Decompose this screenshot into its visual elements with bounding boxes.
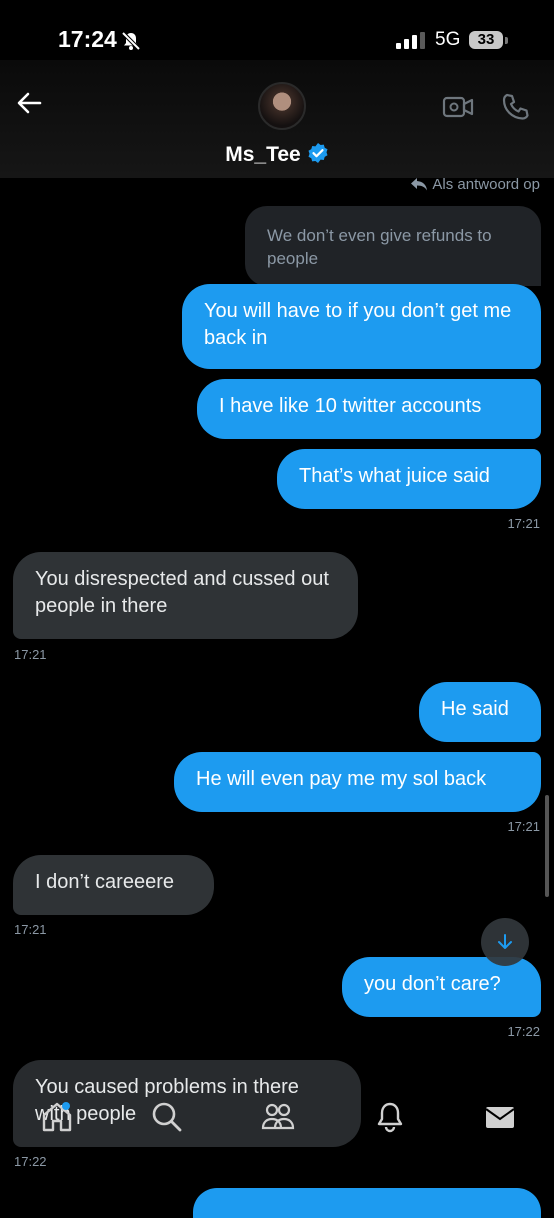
video-call-icon[interactable] bbox=[442, 94, 474, 125]
message-text: I don’t careeere bbox=[35, 871, 174, 893]
cellular-signal-icon bbox=[396, 32, 426, 55]
message-bubble-outgoing[interactable]: I have like 10 twitter accounts bbox=[197, 379, 541, 439]
reply-context-label: Als antwoord op bbox=[432, 176, 540, 193]
message-text: You disrespected and cussed out people i… bbox=[35, 568, 329, 617]
message-bubble-incoming[interactable]: You disrespected and cussed out people i… bbox=[13, 552, 358, 639]
battery-tip bbox=[505, 37, 508, 44]
message-timestamp: 17:21 bbox=[507, 516, 540, 531]
message-text: You will have to if you don’t get me bac… bbox=[204, 300, 512, 349]
message-timestamp: 17:21 bbox=[14, 647, 47, 662]
message-timestamp: 17:22 bbox=[14, 1154, 47, 1169]
message-text: He will even pay me my sol back bbox=[196, 768, 487, 790]
message-timestamp: 17:21 bbox=[14, 922, 47, 937]
bottom-tab-bar bbox=[0, 1082, 554, 1152]
message-text: you don’t care? bbox=[364, 973, 501, 995]
message-text: I have like 10 twitter accounts bbox=[219, 395, 482, 417]
communities-icon[interactable] bbox=[260, 1100, 296, 1139]
message-bubble-outgoing[interactable]: He will even pay me my sol back bbox=[174, 752, 541, 812]
message-timestamp: 17:21 bbox=[507, 819, 540, 834]
phone-call-icon[interactable] bbox=[500, 92, 530, 127]
search-icon[interactable] bbox=[150, 1100, 184, 1139]
contact-name-row[interactable]: Ms_Tee bbox=[0, 142, 554, 170]
message-text: That’s what juice said bbox=[299, 465, 490, 487]
messages-icon[interactable] bbox=[483, 1100, 517, 1139]
quoted-message[interactable]: We don’t even give refunds to people bbox=[245, 206, 541, 286]
avatar[interactable] bbox=[258, 82, 306, 130]
notifications-icon[interactable] bbox=[373, 1100, 407, 1139]
status-time: 17:24 bbox=[58, 26, 117, 52]
message-timestamp: 17:22 bbox=[507, 1024, 540, 1039]
contact-name: Ms_Tee bbox=[225, 143, 301, 166]
scroll-to-bottom-button[interactable] bbox=[481, 918, 529, 966]
bell-muted-icon bbox=[120, 30, 142, 57]
scrollbar[interactable] bbox=[545, 795, 549, 897]
message-bubble-outgoing[interactable]: He said bbox=[419, 682, 541, 742]
back-arrow-icon[interactable] bbox=[14, 88, 44, 123]
reply-context: Als antwoord op bbox=[410, 176, 540, 193]
message-bubble-outgoing-partial[interactable] bbox=[193, 1188, 541, 1218]
network-type: 5G bbox=[435, 29, 461, 50]
verified-badge-icon bbox=[307, 142, 329, 170]
battery-indicator: 33 bbox=[469, 31, 503, 49]
message-bubble-outgoing[interactable]: You will have to if you don’t get me bac… bbox=[182, 284, 541, 369]
message-bubble-incoming[interactable]: I don’t careeere bbox=[13, 855, 214, 915]
message-text: He said bbox=[441, 698, 509, 720]
home-icon[interactable] bbox=[40, 1100, 74, 1139]
quoted-message-text: We don’t even give refunds to people bbox=[267, 226, 492, 268]
message-bubble-outgoing[interactable]: That’s what juice said bbox=[277, 449, 541, 509]
message-bubble-outgoing[interactable]: you don’t care? bbox=[342, 957, 541, 1017]
conversation-header: Ms_Tee bbox=[0, 60, 554, 178]
